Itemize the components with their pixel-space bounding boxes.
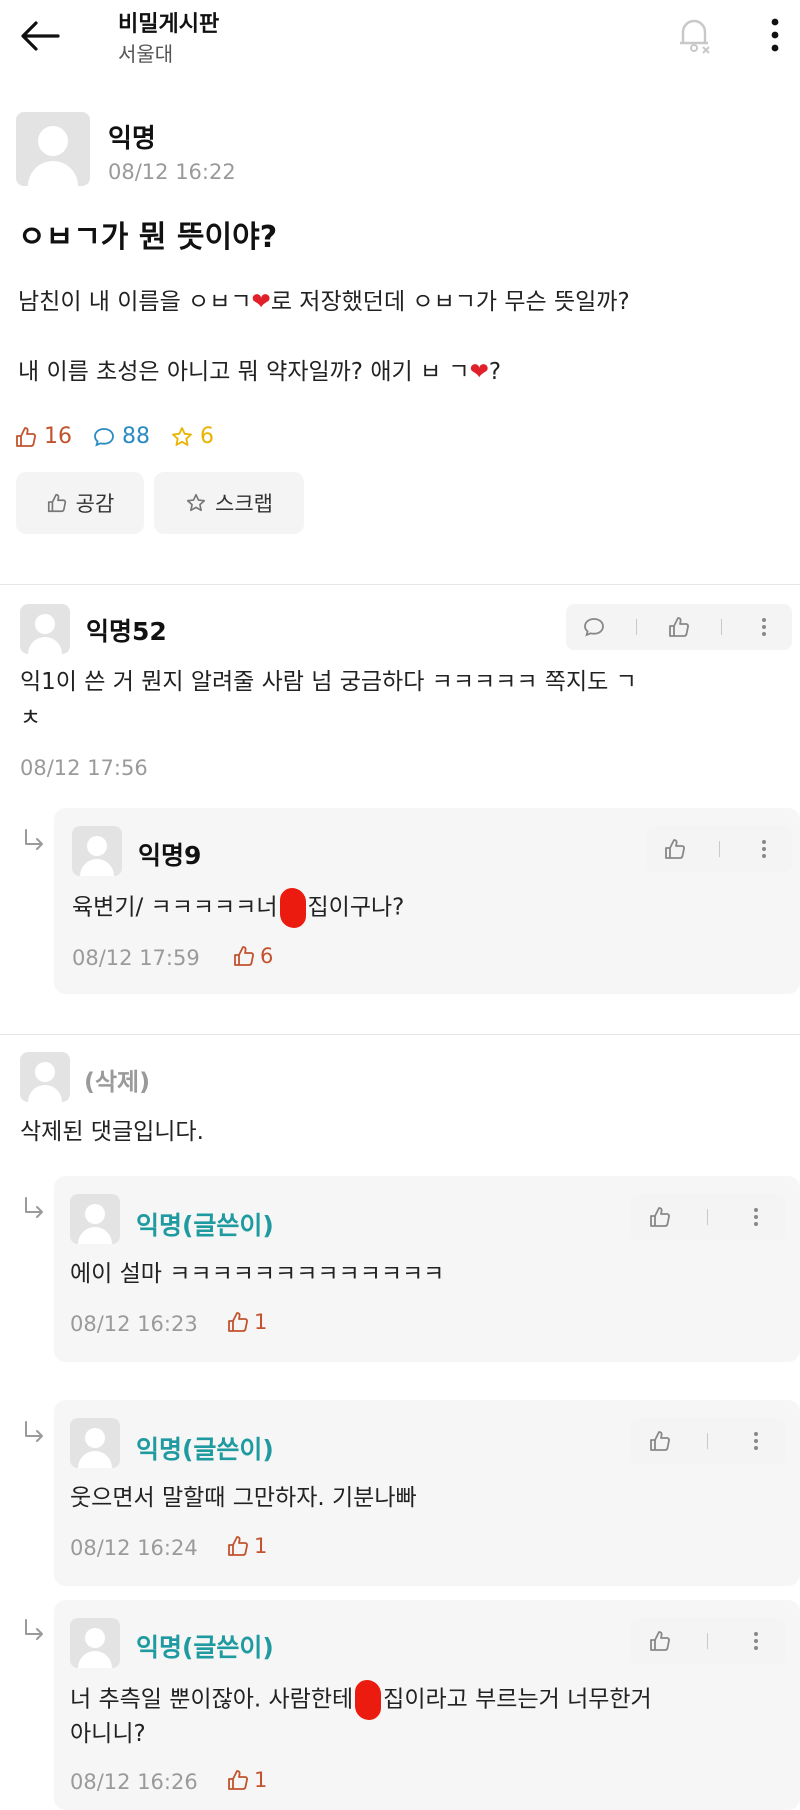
comment-author-op: 익명(글쓴이): [136, 1435, 274, 1464]
comment-text: 에이 설마 ㅋㅋㅋㅋㅋㅋㅋㅋㅋㅋㅋㅋㅋ: [70, 1261, 445, 1287]
post-body-line-2: 내 이름 초성은 아니고 뭐 약자일까? 애기 ㅂ ㄱ❤?: [18, 359, 502, 385]
more-options-icon[interactable]: [743, 1628, 769, 1654]
avatar: [16, 112, 90, 186]
avatar: [70, 1618, 120, 1668]
comment-time: 08/12 16:26: [70, 1770, 198, 1794]
avatar: [72, 826, 122, 876]
board-title: 비밀게시판: [118, 12, 220, 37]
comment-author-op: 익명(글쓴이): [136, 1633, 274, 1662]
post-author: 익명: [108, 124, 156, 154]
like-button[interactable]: 공감: [16, 472, 144, 534]
thumbs-up-icon[interactable]: [647, 1204, 673, 1230]
post-title: ㅇㅂㄱ가 뭔 뜻이야?: [18, 220, 278, 255]
comment-bubble-icon: [94, 427, 114, 447]
reply-arrow-icon: [20, 1194, 50, 1224]
comment-time: 08/12 16:23: [70, 1312, 198, 1336]
comment-author: 익명9: [138, 841, 202, 870]
more-options-icon[interactable]: [760, 14, 790, 56]
divider: [0, 1034, 800, 1035]
comment-actions: [630, 1618, 786, 1664]
comment-actions: [630, 1418, 786, 1464]
redaction-mark: [279, 888, 306, 928]
thumbs-up-icon[interactable]: [662, 836, 688, 862]
separator: [718, 841, 720, 857]
heart-icon: ❤: [469, 359, 489, 385]
thumbs-up-icon: [228, 1312, 248, 1332]
comment-text-line-2: 아니니?: [70, 1721, 146, 1747]
separator: [707, 1633, 709, 1649]
more-options-icon[interactable]: [743, 1204, 769, 1230]
thumbs-up-icon: [228, 1770, 248, 1790]
comment-time: 08/12 17:59: [72, 946, 200, 970]
comment-text: 삭제된 댓글입니다.: [20, 1119, 204, 1145]
comment-text: 웃으면서 말할때 그만하자. 기분나빠: [70, 1485, 417, 1511]
comment-author: 익명52: [86, 617, 167, 646]
comment-actions: [566, 604, 792, 650]
comment-text: 익1이 쓴 거 뭔지 알려줄 사람 넘 궁금하다 ㅋㅋㅋㅋㅋ 쪽지도 ㄱ: [20, 669, 637, 695]
scrap-stat: 6: [170, 424, 214, 449]
redaction-mark: [355, 1680, 382, 1720]
reply-arrow-icon: [20, 826, 50, 856]
board-subtitle: 서울대: [118, 42, 174, 66]
comment-text: 육변기/ ㅋㅋㅋㅋㅋ너 집이구나?: [72, 888, 404, 928]
comment-author-op: 익명(글쓴이): [136, 1211, 274, 1240]
heart-icon: ❤: [251, 289, 271, 315]
scrap-button[interactable]: 스크랩: [154, 472, 304, 534]
post-time: 08/12 16:22: [108, 160, 236, 184]
thumbs-up-icon: [47, 493, 66, 513]
thumbs-up-icon[interactable]: [666, 614, 692, 640]
comment-actions: [646, 826, 792, 872]
notification-off-icon[interactable]: [672, 12, 716, 56]
comment-stat: 88: [92, 424, 150, 449]
thumbs-up-icon[interactable]: [647, 1628, 673, 1654]
thumbs-up-icon[interactable]: [647, 1428, 673, 1454]
more-options-icon[interactable]: [743, 1428, 769, 1454]
comment-like-count: 1: [226, 1768, 267, 1792]
comment-time: 08/12 17:56: [20, 756, 148, 780]
avatar: [20, 1052, 70, 1102]
star-icon: [172, 426, 192, 446]
comment-like-count: 1: [226, 1534, 267, 1558]
post-body-line-1: 남친이 내 이름을 ㅇㅂㄱ❤로 저장했던데 ㅇㅂㄱ가 무슨 뜻일까?: [18, 289, 630, 315]
more-options-icon[interactable]: [751, 614, 777, 640]
divider: [0, 584, 800, 585]
like-stat: 16: [14, 424, 72, 449]
reply-icon[interactable]: [581, 614, 607, 640]
comment-text: 너 추측일 뿐이잖아. 사람한테 집이라고 부르는거 너무한거: [70, 1680, 652, 1720]
more-options-icon[interactable]: [751, 836, 777, 862]
avatar: [70, 1194, 120, 1244]
back-arrow-icon[interactable]: [14, 14, 66, 58]
thumbs-up-icon: [16, 426, 36, 447]
comment-time: 08/12 16:24: [70, 1536, 198, 1560]
comment-actions: [630, 1194, 786, 1240]
star-icon: [186, 493, 206, 512]
comment-text-line-2: ㅊ: [20, 705, 42, 731]
separator: [707, 1209, 709, 1225]
reply-arrow-icon: [20, 1418, 50, 1448]
avatar: [20, 604, 70, 654]
comment-like-count: 1: [226, 1310, 267, 1334]
thumbs-up-icon: [234, 946, 254, 966]
separator: [635, 619, 637, 635]
comment-author: (삭제): [84, 1068, 151, 1096]
thumbs-up-icon: [228, 1536, 248, 1556]
reply-arrow-icon: [20, 1616, 50, 1646]
avatar: [70, 1418, 120, 1468]
separator: [721, 619, 723, 635]
separator: [707, 1433, 709, 1449]
comment-like-count: 6: [232, 944, 273, 968]
